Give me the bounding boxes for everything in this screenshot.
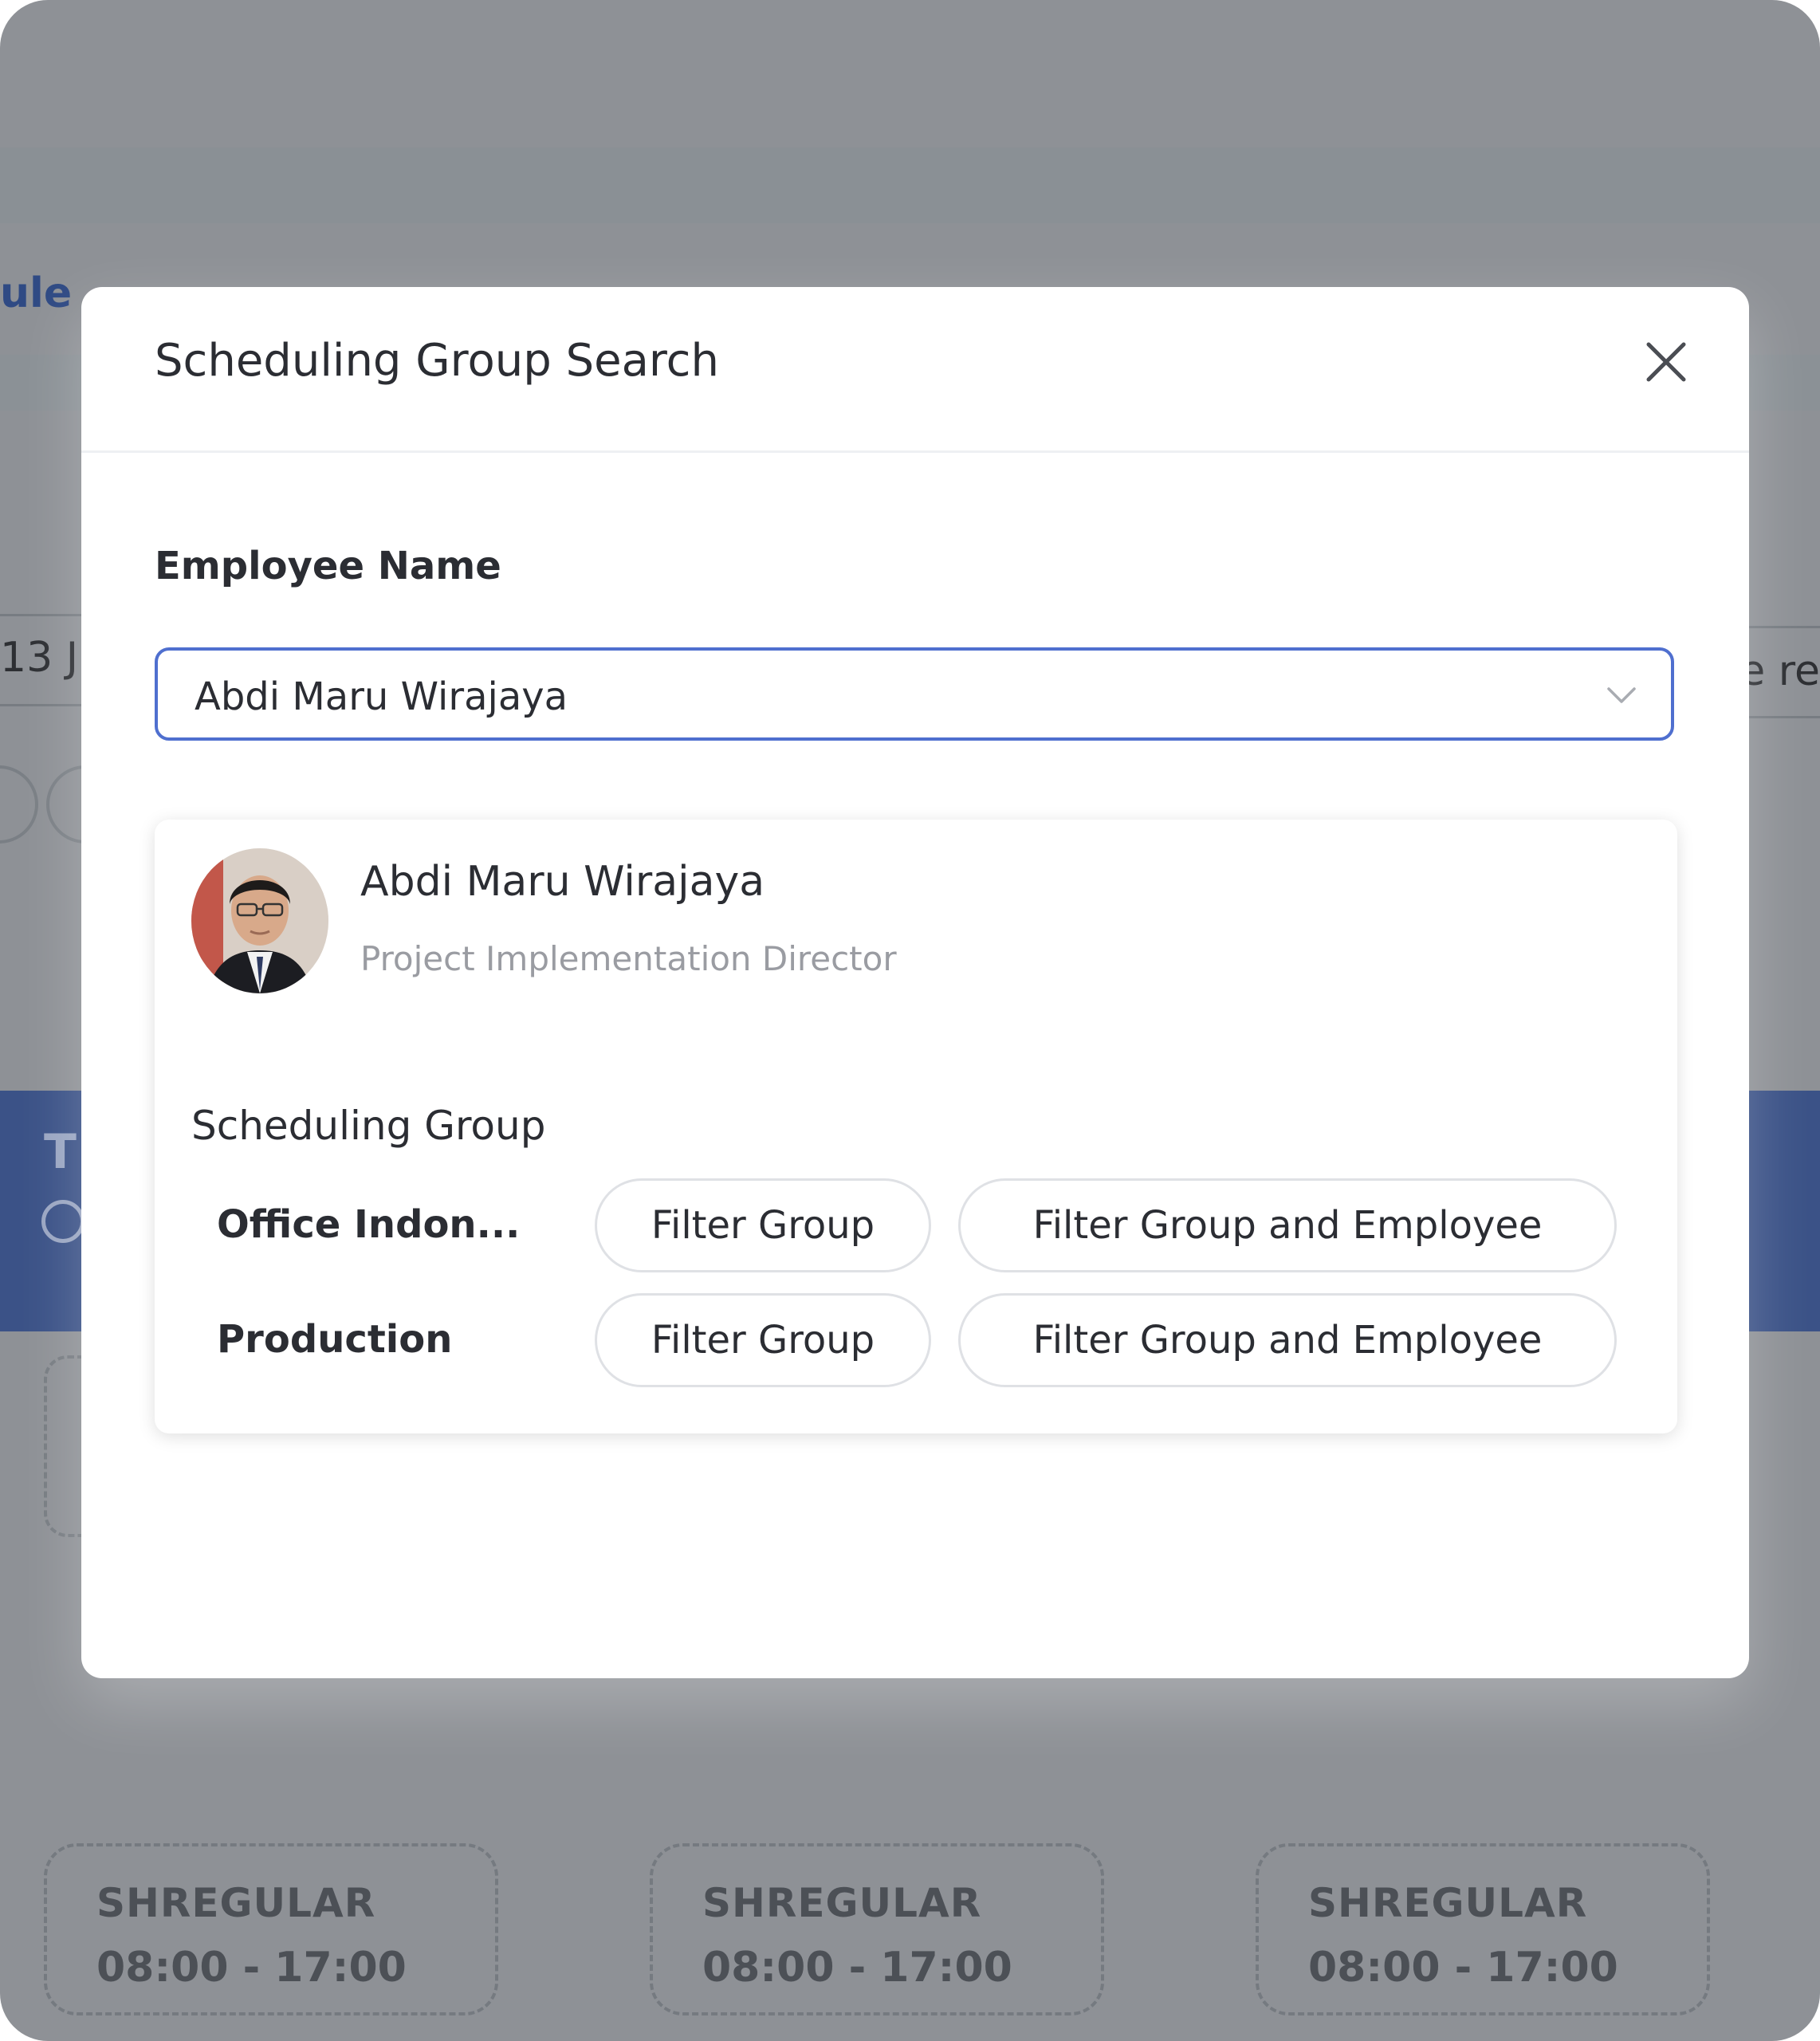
scheduling-group-row: Production Filter Group Filter Group and… [155, 1293, 1677, 1389]
shift-time: 08:00 - 17:00 [1308, 1944, 1618, 1992]
employee-name-label: Employee Name [155, 544, 501, 588]
employee-name: Abdi Maru Wirajaya [360, 858, 765, 906]
modal-title: Scheduling Group Search [155, 335, 719, 387]
background-banner-text: T [44, 1124, 77, 1180]
shift-card: SHREGULAR 08:00 - 17:00 [650, 1843, 1104, 2015]
shift-time: 08:00 - 17:00 [96, 1944, 407, 1992]
employee-name-select[interactable]: Abdi Maru Wirajaya [155, 647, 1674, 741]
scheduling-group-search-modal: Scheduling Group Search Employee Name Ab… [81, 287, 1749, 1678]
shift-code: SHREGULAR [96, 1880, 376, 1926]
scheduling-group-name: Production [217, 1317, 453, 1362]
close-button[interactable] [1641, 336, 1692, 387]
close-icon [1646, 342, 1686, 382]
shift-code: SHREGULAR [702, 1880, 982, 1926]
employee-role: Project Implementation Director [360, 939, 897, 978]
employee-name-value: Abdi Maru Wirajaya [195, 674, 568, 719]
avatar [191, 848, 328, 993]
shift-card: SHREGULAR 08:00 - 17:00 [44, 1843, 498, 2015]
background-circle-button [0, 765, 38, 844]
chevron-down-icon [1607, 687, 1636, 703]
shift-time: 08:00 - 17:00 [702, 1944, 1012, 1992]
background-page-title: ule [0, 269, 73, 317]
scheduling-group-name: Office Indon... [217, 1202, 521, 1247]
scheduling-group-heading: Scheduling Group [191, 1103, 546, 1149]
screen-frame: ule 13 J e re T SHREGULAR 08:00 - 17:00 … [0, 0, 1820, 2041]
filter-group-and-employee-button[interactable]: Filter Group and Employee [958, 1293, 1617, 1387]
background-header-band [0, 147, 1820, 223]
shift-code: SHREGULAR [1308, 1880, 1588, 1926]
background-date-text: 13 J [0, 634, 79, 682]
clock-icon [41, 1200, 85, 1243]
background-right-text: e re [1739, 647, 1820, 695]
filter-group-and-employee-button[interactable]: Filter Group and Employee [958, 1178, 1617, 1272]
filter-group-button[interactable]: Filter Group [595, 1178, 931, 1272]
employee-result-card: Abdi Maru Wirajaya Project Implementatio… [155, 820, 1677, 1433]
scheduling-group-row: Office Indon... Filter Group Filter Grou… [155, 1178, 1677, 1274]
filter-group-button[interactable]: Filter Group [595, 1293, 931, 1387]
shift-card: SHREGULAR 08:00 - 17:00 [1256, 1843, 1710, 2015]
modal-header: Scheduling Group Search [81, 287, 1749, 453]
